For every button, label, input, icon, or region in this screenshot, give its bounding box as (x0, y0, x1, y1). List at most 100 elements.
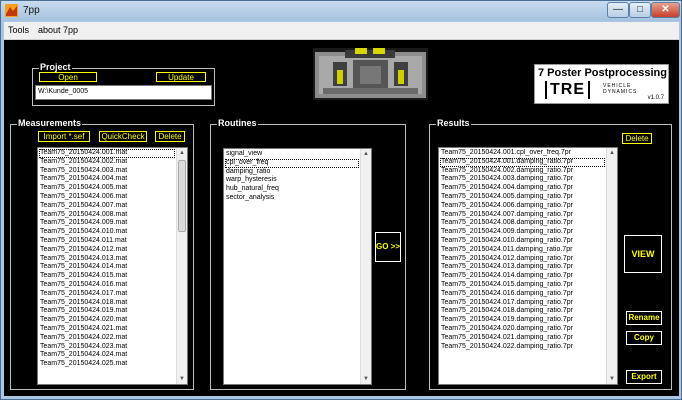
list-item[interactable]: Team75_20150424.001.mat (39, 149, 175, 158)
list-item[interactable]: sector_analysis (225, 194, 359, 203)
scroll-up-icon[interactable]: ▲ (177, 148, 187, 158)
list-item[interactable]: Team75_20150424.009.damping_ratio.7pr (440, 228, 605, 237)
list-item[interactable]: Team75_20150424.002.mat (39, 158, 175, 167)
list-item[interactable]: Team75_20150424.006.damping_ratio.7pr (440, 202, 605, 211)
list-item[interactable]: Team75_20150424.008.mat (39, 211, 175, 220)
maximize-button[interactable]: □ (629, 2, 651, 18)
list-item[interactable]: Team75_20150424.014.mat (39, 263, 175, 272)
list-item[interactable]: Team75_20150424.005.mat (39, 184, 175, 193)
measurements-list[interactable]: Team75_20150424.001.mat Team75_20150424.0… (37, 147, 188, 385)
measurements-scrollbar[interactable]: ▲ ▼ (176, 148, 187, 384)
measurements-delete-button[interactable]: Delete (155, 131, 185, 142)
title-bar[interactable]: 7pp — □ ✕ (1, 1, 681, 21)
list-item[interactable]: Team75_20150424.012.mat (39, 246, 175, 255)
list-item[interactable]: Team75_20150424.005.damping_ratio.7pr (440, 193, 605, 202)
list-item[interactable]: cpl_over_freq (225, 158, 359, 168)
list-item[interactable]: Team75_20150424.013.mat (39, 255, 175, 264)
list-item[interactable]: warp_hysteresis (225, 176, 359, 185)
list-item[interactable]: Team75_20150424.025.mat (39, 360, 175, 369)
matlab-icon (5, 4, 18, 17)
list-item[interactable]: Team75_20150424.004.mat (39, 175, 175, 184)
list-item[interactable]: Team75_20150424.016.damping_ratio.7pr (440, 290, 605, 299)
menu-tools[interactable]: Tools (8, 25, 29, 35)
list-item[interactable]: Team75_20150424.006.mat (39, 193, 175, 202)
routines-list[interactable]: signal_view cpl_over_freq damping_ratio war… (223, 148, 372, 385)
window-title: 7pp (23, 5, 40, 16)
list-item[interactable]: damping_ratio (225, 168, 359, 177)
list-item[interactable]: Team75_20150424.018.damping_ratio.7pr (440, 307, 605, 316)
list-item[interactable]: Team75_20150424.007.mat (39, 202, 175, 211)
list-item[interactable]: Team75_20150424.002.damping_ratio.7pr (440, 167, 605, 176)
close-button[interactable]: ✕ (651, 2, 680, 18)
list-item[interactable]: Team75_20150424.020.mat (39, 316, 175, 325)
list-item[interactable]: Team75_20150424.014.damping_ratio.7pr (440, 272, 605, 281)
list-item[interactable]: Team75_20150424.017.damping_ratio.7pr (440, 299, 605, 308)
scroll-up-icon[interactable]: ▲ (361, 149, 371, 159)
update-button[interactable]: Update (156, 72, 206, 82)
menu-bar: Tools about 7pp (4, 22, 679, 40)
rename-button[interactable]: Rename (626, 311, 662, 325)
list-item[interactable]: Team75_20150424.013.damping_ratio.7pr (440, 263, 605, 272)
copy-button[interactable]: Copy (626, 331, 662, 345)
open-button[interactable]: Open (39, 72, 97, 82)
project-path-field[interactable]: W:\Kunde_0005 (35, 85, 212, 100)
list-item[interactable]: Team75_20150424.011.damping_ratio.7pr (440, 246, 605, 255)
logo-subtitle-line2: DYNAMICS (603, 89, 638, 95)
results-list[interactable]: Team75_20150424.001.cpl_over_freq.7pr Tea… (438, 147, 618, 385)
main-canvas: Project Open Update W:\Kunde_0005 7 Post… (4, 40, 679, 396)
list-item[interactable]: Team75_20150424.024.mat (39, 351, 175, 360)
scroll-up-icon[interactable]: ▲ (607, 148, 617, 158)
list-item[interactable]: Team75_20150424.001.damping_ratio.7pr (440, 157, 605, 167)
list-item[interactable]: signal_view (225, 150, 359, 159)
list-item[interactable]: Team75_20150424.021.mat (39, 325, 175, 334)
list-item[interactable]: Team75_20150424.015.damping_ratio.7pr (440, 281, 605, 290)
scroll-thumb[interactable] (178, 160, 186, 232)
list-item[interactable]: Team75_20150424.010.damping_ratio.7pr (440, 237, 605, 246)
results-panel: Results Delete Team75_20150424.001.cpl_o… (429, 118, 672, 390)
scroll-down-icon[interactable]: ▼ (361, 374, 371, 384)
list-item[interactable]: Team75_20150424.015.mat (39, 272, 175, 281)
menu-about[interactable]: about 7pp (38, 25, 78, 35)
list-item[interactable]: Team75_20150424.004.damping_ratio.7pr (440, 184, 605, 193)
routines-scrollbar[interactable]: ▲ ▼ (360, 149, 371, 384)
logo-title: 7 Poster Postprocessing (538, 67, 667, 79)
list-item[interactable]: Team75_20150424.022.damping_ratio.7pr (440, 343, 605, 352)
results-delete-button[interactable]: Delete (622, 133, 652, 144)
scroll-down-icon[interactable]: ▼ (607, 374, 617, 384)
list-item[interactable]: Team75_20150424.010.mat (39, 228, 175, 237)
list-item[interactable]: Team75_20150424.020.damping_ratio.7pr (440, 325, 605, 334)
minimize-button[interactable]: — (607, 2, 629, 18)
logo-version: v1.0.7 (647, 95, 664, 101)
list-item[interactable]: Team75_20150424.016.mat (39, 281, 175, 290)
app-window: 7pp — □ ✕ Tools about 7pp Project Open U… (0, 0, 682, 400)
list-item[interactable]: Team75_20150424.022.mat (39, 334, 175, 343)
list-item[interactable]: hub_natural_freq (225, 185, 359, 194)
list-item[interactable]: Team75_20150424.003.damping_ratio.7pr (440, 175, 605, 184)
test-rig-image (313, 48, 428, 100)
logo-subtitle: VEHICLE DYNAMICS (603, 83, 637, 95)
project-panel: Project Open Update W:\Kunde_0005 (32, 62, 215, 106)
measurements-list-items: Team75_20150424.001.mat Team75_20150424.0… (39, 149, 175, 383)
results-scrollbar[interactable]: ▲ ▼ (606, 148, 617, 384)
list-item[interactable]: Team75_20150424.009.mat (39, 219, 175, 228)
list-item[interactable]: Team75_20150424.021.damping_ratio.7pr (440, 334, 605, 343)
list-item[interactable]: Team75_20150424.001.cpl_over_freq.7pr (440, 149, 605, 158)
go-button[interactable]: GO >> (375, 232, 401, 262)
list-item[interactable]: Team75_20150424.011.mat (39, 237, 175, 246)
scroll-down-icon[interactable]: ▼ (177, 374, 187, 384)
export-button[interactable]: Export (626, 370, 662, 384)
list-item[interactable]: Team75_20150424.019.mat (39, 307, 175, 316)
list-item[interactable]: Team75_20150424.018.mat (39, 299, 175, 308)
project-panel-title: Project (39, 62, 72, 72)
list-item[interactable]: Team75_20150424.023.mat (39, 343, 175, 352)
list-item[interactable]: Team75_20150424.012.damping_ratio.7pr (440, 255, 605, 264)
import-sef-button[interactable]: Import *.sef (38, 131, 90, 142)
view-button[interactable]: VIEW (624, 235, 662, 273)
quickcheck-button[interactable]: QuickCheck (99, 131, 147, 142)
list-item[interactable]: Team75_20150424.008.damping_ratio.7pr (440, 219, 605, 228)
list-item[interactable]: Team75_20150424.017.mat (39, 290, 175, 299)
list-item[interactable]: Team75_20150424.003.mat (39, 167, 175, 176)
list-item[interactable]: Team75_20150424.019.damping_ratio.7pr (440, 316, 605, 325)
list-item[interactable]: Team75_20150424.007.damping_ratio.7pr (440, 211, 605, 220)
logo-brand: TRE (545, 81, 590, 99)
